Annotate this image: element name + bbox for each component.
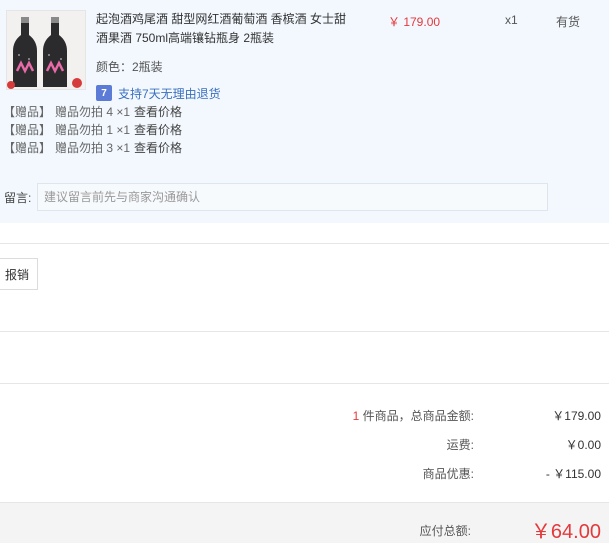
- gift-item: 【赠品】 赠品勿拍 3 ×1 查看价格: [0, 139, 182, 157]
- seven-day-return-icon: 7: [96, 85, 112, 101]
- goods-total-value: ￥179.00: [552, 409, 601, 423]
- gift-tag: 【赠品】: [3, 123, 52, 137]
- product-spec: 颜色：2瓶装: [96, 58, 163, 75]
- gift-tag: 【赠品】: [3, 105, 52, 119]
- discount-label: 商品优惠:: [422, 467, 474, 481]
- gift-check-price-link[interactable]: 查看价格: [134, 123, 182, 137]
- payable-total-bar: 应付总额: ￥64.00: [0, 502, 609, 543]
- gift-tag: 【赠品】: [3, 141, 52, 155]
- stock-status: 有货: [556, 15, 581, 29]
- gift-item: 【赠品】 赠品勿拍 1 ×1 查看价格: [0, 121, 182, 139]
- product-price: ￥ 179.00: [388, 15, 441, 29]
- item-count-suffix: 件商品，总商品金额:: [359, 409, 474, 423]
- gift-check-price-link[interactable]: 查看价格: [134, 141, 182, 155]
- discount-row: 商品优惠: - ￥115.00: [0, 465, 609, 483]
- shipping-row: 运费: ￥0.00: [0, 436, 609, 454]
- wine-bottles-image: [7, 11, 85, 89]
- gift-name[interactable]: 赠品勿拍 4 ×1: [55, 105, 130, 119]
- product-title[interactable]: 起泡酒鸡尾酒 甜型网红酒葡萄酒 香槟酒 女士甜酒果酒 750ml高端镶钻瓶身 2…: [96, 10, 346, 48]
- spec-text: 颜色：2瓶装: [96, 60, 163, 74]
- message-label: 留言:: [4, 191, 32, 205]
- invoice-button-label: 报销: [4, 267, 29, 282]
- payable-value: ￥64.00: [530, 521, 601, 543]
- divider: [0, 331, 609, 332]
- goods-total-row: 1 件商品，总商品金额: ￥179.00: [0, 407, 609, 425]
- invoice-button[interactable]: 报销: [0, 258, 38, 290]
- discount-value: - ￥115.00: [545, 467, 601, 481]
- order-item-block: 起泡酒鸡尾酒 甜型网红酒葡萄酒 香槟酒 女士甜酒果酒 750ml高端镶钻瓶身 2…: [0, 0, 609, 223]
- product-thumbnail[interactable]: [6, 10, 86, 90]
- gift-name[interactable]: 赠品勿拍 1 ×1: [55, 123, 130, 137]
- shipping-value: ￥0.00: [565, 438, 601, 452]
- gift-item: 【赠品】 赠品勿拍 4 ×1 查看价格: [0, 103, 182, 121]
- gift-name[interactable]: 赠品勿拍 3 ×1: [55, 141, 130, 155]
- divider: [0, 243, 609, 244]
- divider: [0, 383, 609, 384]
- gift-check-price-link[interactable]: 查看价格: [134, 105, 182, 119]
- payable-label: 应付总额:: [419, 524, 471, 538]
- gift-list: 【赠品】 赠品勿拍 4 ×1 查看价格 【赠品】 赠品勿拍 1 ×1 查看价格 【赠品】…: [0, 103, 182, 157]
- goods-total-label: 1 件商品，总商品金额:: [353, 407, 474, 425]
- message-input[interactable]: [37, 183, 548, 211]
- shipping-label: 运费:: [446, 438, 474, 452]
- return-policy-label: 支持7天无理由退货: [118, 86, 221, 101]
- return-policy[interactable]: 7 支持7天无理由退货: [96, 84, 221, 102]
- product-quantity: x1: [505, 13, 518, 27]
